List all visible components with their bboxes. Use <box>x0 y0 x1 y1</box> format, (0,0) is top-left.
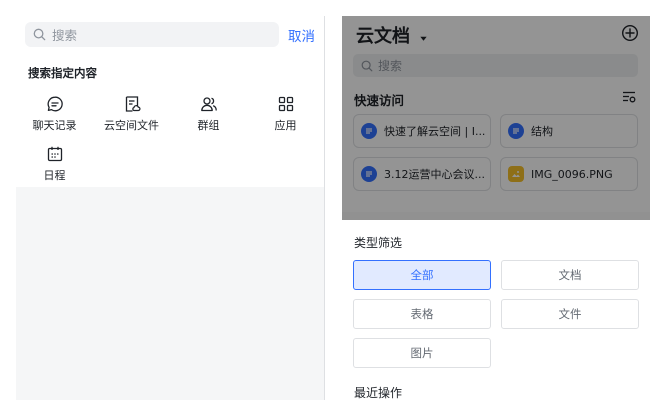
cancel-button[interactable]: 取消 <box>288 25 315 45</box>
category-label: 应用 <box>274 119 297 132</box>
search-results-area <box>16 187 324 400</box>
category-cloud-files[interactable]: 云空间文件 <box>93 94 170 138</box>
type-filter-sheet: 类型筛选 全部 文档 表格 文件 图片 最近操作 <box>342 220 650 400</box>
search-placeholder: 搜索 <box>52 28 78 43</box>
filter-option-images[interactable]: 图片 <box>353 338 491 368</box>
category-label: 日程 <box>43 169 66 182</box>
filter-option-sheets[interactable]: 表格 <box>353 299 491 329</box>
category-chat-history[interactable]: 聊天记录 <box>16 94 93 138</box>
search-icon <box>33 28 46 41</box>
apps-grid-icon <box>276 94 296 114</box>
modal-overlay[interactable] <box>342 16 650 220</box>
filter-title: 类型筛选 <box>354 236 403 250</box>
left-search-panel: 搜索 取消 搜索指定内容 聊天记录 云空间文件 群组 应用 日程 <box>16 16 324 400</box>
app-root: 搜索 取消 搜索指定内容 聊天记录 云空间文件 群组 应用 日程 云文档 搜索 … <box>0 0 667 400</box>
group-icon <box>199 94 219 114</box>
panel-divider <box>324 16 325 400</box>
category-label: 群组 <box>197 119 220 132</box>
category-calendar[interactable]: 日程 <box>16 144 93 188</box>
calendar-icon <box>45 144 65 164</box>
category-apps[interactable]: 应用 <box>247 94 324 138</box>
docs-home: 云文档 搜索 快速访问 快速了解云空间 | I... 结构 3.12运营中心会议… <box>342 16 650 222</box>
right-docs-panel: 云文档 搜索 快速访问 快速了解云空间 | I... 结构 3.12运营中心会议… <box>342 16 650 400</box>
filter-option-docs[interactable]: 文档 <box>501 260 639 290</box>
category-label: 聊天记录 <box>32 119 77 132</box>
search-bar-row: 搜索 取消 <box>16 16 324 52</box>
filter-option-all[interactable]: 全部 <box>353 260 491 290</box>
chat-icon <box>45 94 65 114</box>
search-input[interactable]: 搜索 <box>25 22 279 47</box>
category-label: 云空间文件 <box>104 119 159 132</box>
search-scope-label: 搜索指定内容 <box>28 66 97 80</box>
cloud-file-icon <box>122 94 142 114</box>
filter-option-files[interactable]: 文件 <box>501 299 639 329</box>
category-groups[interactable]: 群组 <box>170 94 247 138</box>
recent-actions-label: 最近操作 <box>354 386 403 400</box>
